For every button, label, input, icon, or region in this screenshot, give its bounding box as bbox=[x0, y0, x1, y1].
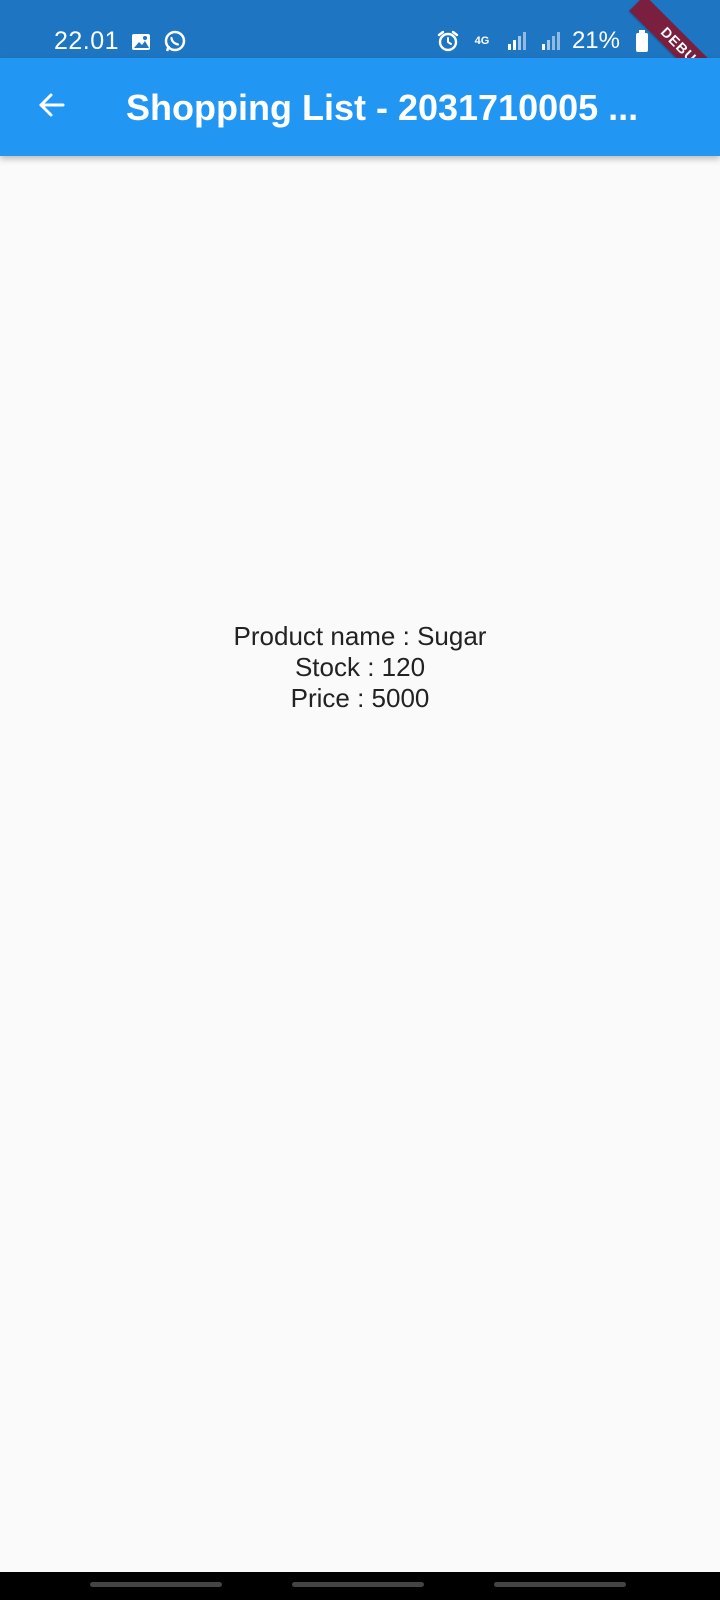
battery-percent: 21% bbox=[571, 27, 620, 54]
status-time: 22.01 bbox=[54, 27, 120, 55]
status-right: 4G 21% bbox=[436, 27, 654, 55]
status-bar: 22.01 4G 21% DEBUG bbox=[0, 0, 720, 103]
whatsapp-icon bbox=[163, 30, 187, 54]
back-button[interactable] bbox=[26, 82, 76, 132]
product-stock: Stock : 120 bbox=[294, 652, 426, 682]
nav-recents-handle[interactable] bbox=[90, 1582, 222, 1587]
network-4g-icon: 4G bbox=[470, 29, 494, 53]
product-details: Product name : Sugar Stock : 120 Price :… bbox=[0, 621, 720, 714]
signal-icon bbox=[504, 29, 528, 53]
product-name: Product name : Sugar bbox=[233, 621, 487, 651]
system-nav-bar bbox=[0, 1572, 720, 1600]
status-left: 22.01 bbox=[54, 27, 187, 56]
signal-icon-2 bbox=[538, 29, 562, 53]
arrow-back-icon bbox=[36, 90, 66, 125]
network-label: 4G bbox=[474, 35, 490, 47]
nav-home-handle[interactable] bbox=[292, 1582, 424, 1587]
page-title: Shopping List - 2031710005 ... bbox=[126, 87, 639, 128]
product-price: Price : 5000 bbox=[290, 683, 430, 713]
nav-back-handle[interactable] bbox=[494, 1582, 626, 1587]
alarm-icon bbox=[436, 29, 460, 53]
image-icon bbox=[129, 30, 153, 54]
app-bar: Shopping List - 2031710005 ... bbox=[0, 58, 720, 156]
